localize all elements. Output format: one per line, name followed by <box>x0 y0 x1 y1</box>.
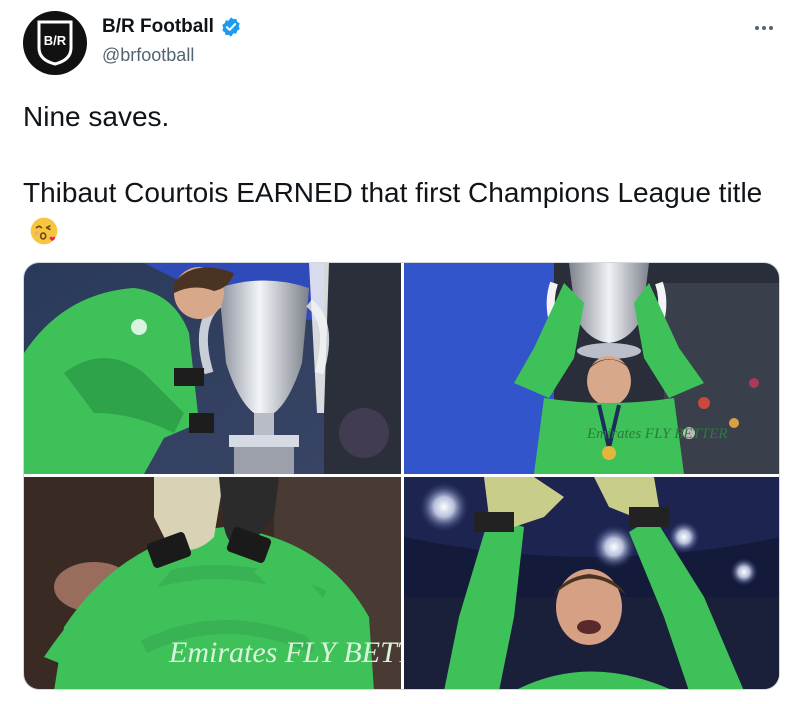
tweet-text: Nine saves. Thibaut Courtois EARNED that… <box>23 98 783 250</box>
tweet-line-2-text: Thibaut Courtois EARNED that first Champ… <box>23 177 763 208</box>
br-logo-icon: B/R <box>37 20 73 66</box>
photo-1-image <box>24 263 401 474</box>
photo-2-shirt-text: Emirates FLY BETTER <box>586 426 728 442</box>
verified-badge-icon <box>222 17 240 37</box>
name-row: B/R Football <box>102 16 242 38</box>
avatar-text: B/R <box>44 33 67 48</box>
account-avatar[interactable]: B/R <box>23 11 87 75</box>
more-options-icon[interactable] <box>752 16 776 40</box>
photo-2[interactable]: Emirates FLY BETTER <box>404 263 779 474</box>
account-handle[interactable]: @brfootball <box>102 45 194 66</box>
tweet-line-1: Nine saves. <box>23 101 170 132</box>
kiss-face-emoji-icon <box>30 217 58 245</box>
photo-3-image: Emirates FLY BETTER <box>24 477 401 689</box>
photo-3[interactable]: Emirates FLY BETTER <box>24 477 401 689</box>
display-name[interactable]: B/R Football <box>102 16 214 38</box>
photo-2-image: Emirates FLY BETTER <box>404 263 779 474</box>
tweet-line-2: Thibaut Courtois EARNED that first Champ… <box>23 174 783 250</box>
photo-4[interactable] <box>404 477 779 689</box>
media-grid: Emirates FLY BETTER Emirates FLY BETTER <box>23 262 780 690</box>
photo-3-shirt-text: Emirates FLY BETTER <box>168 636 401 669</box>
photo-1[interactable] <box>24 263 401 474</box>
photo-4-image <box>404 477 779 689</box>
